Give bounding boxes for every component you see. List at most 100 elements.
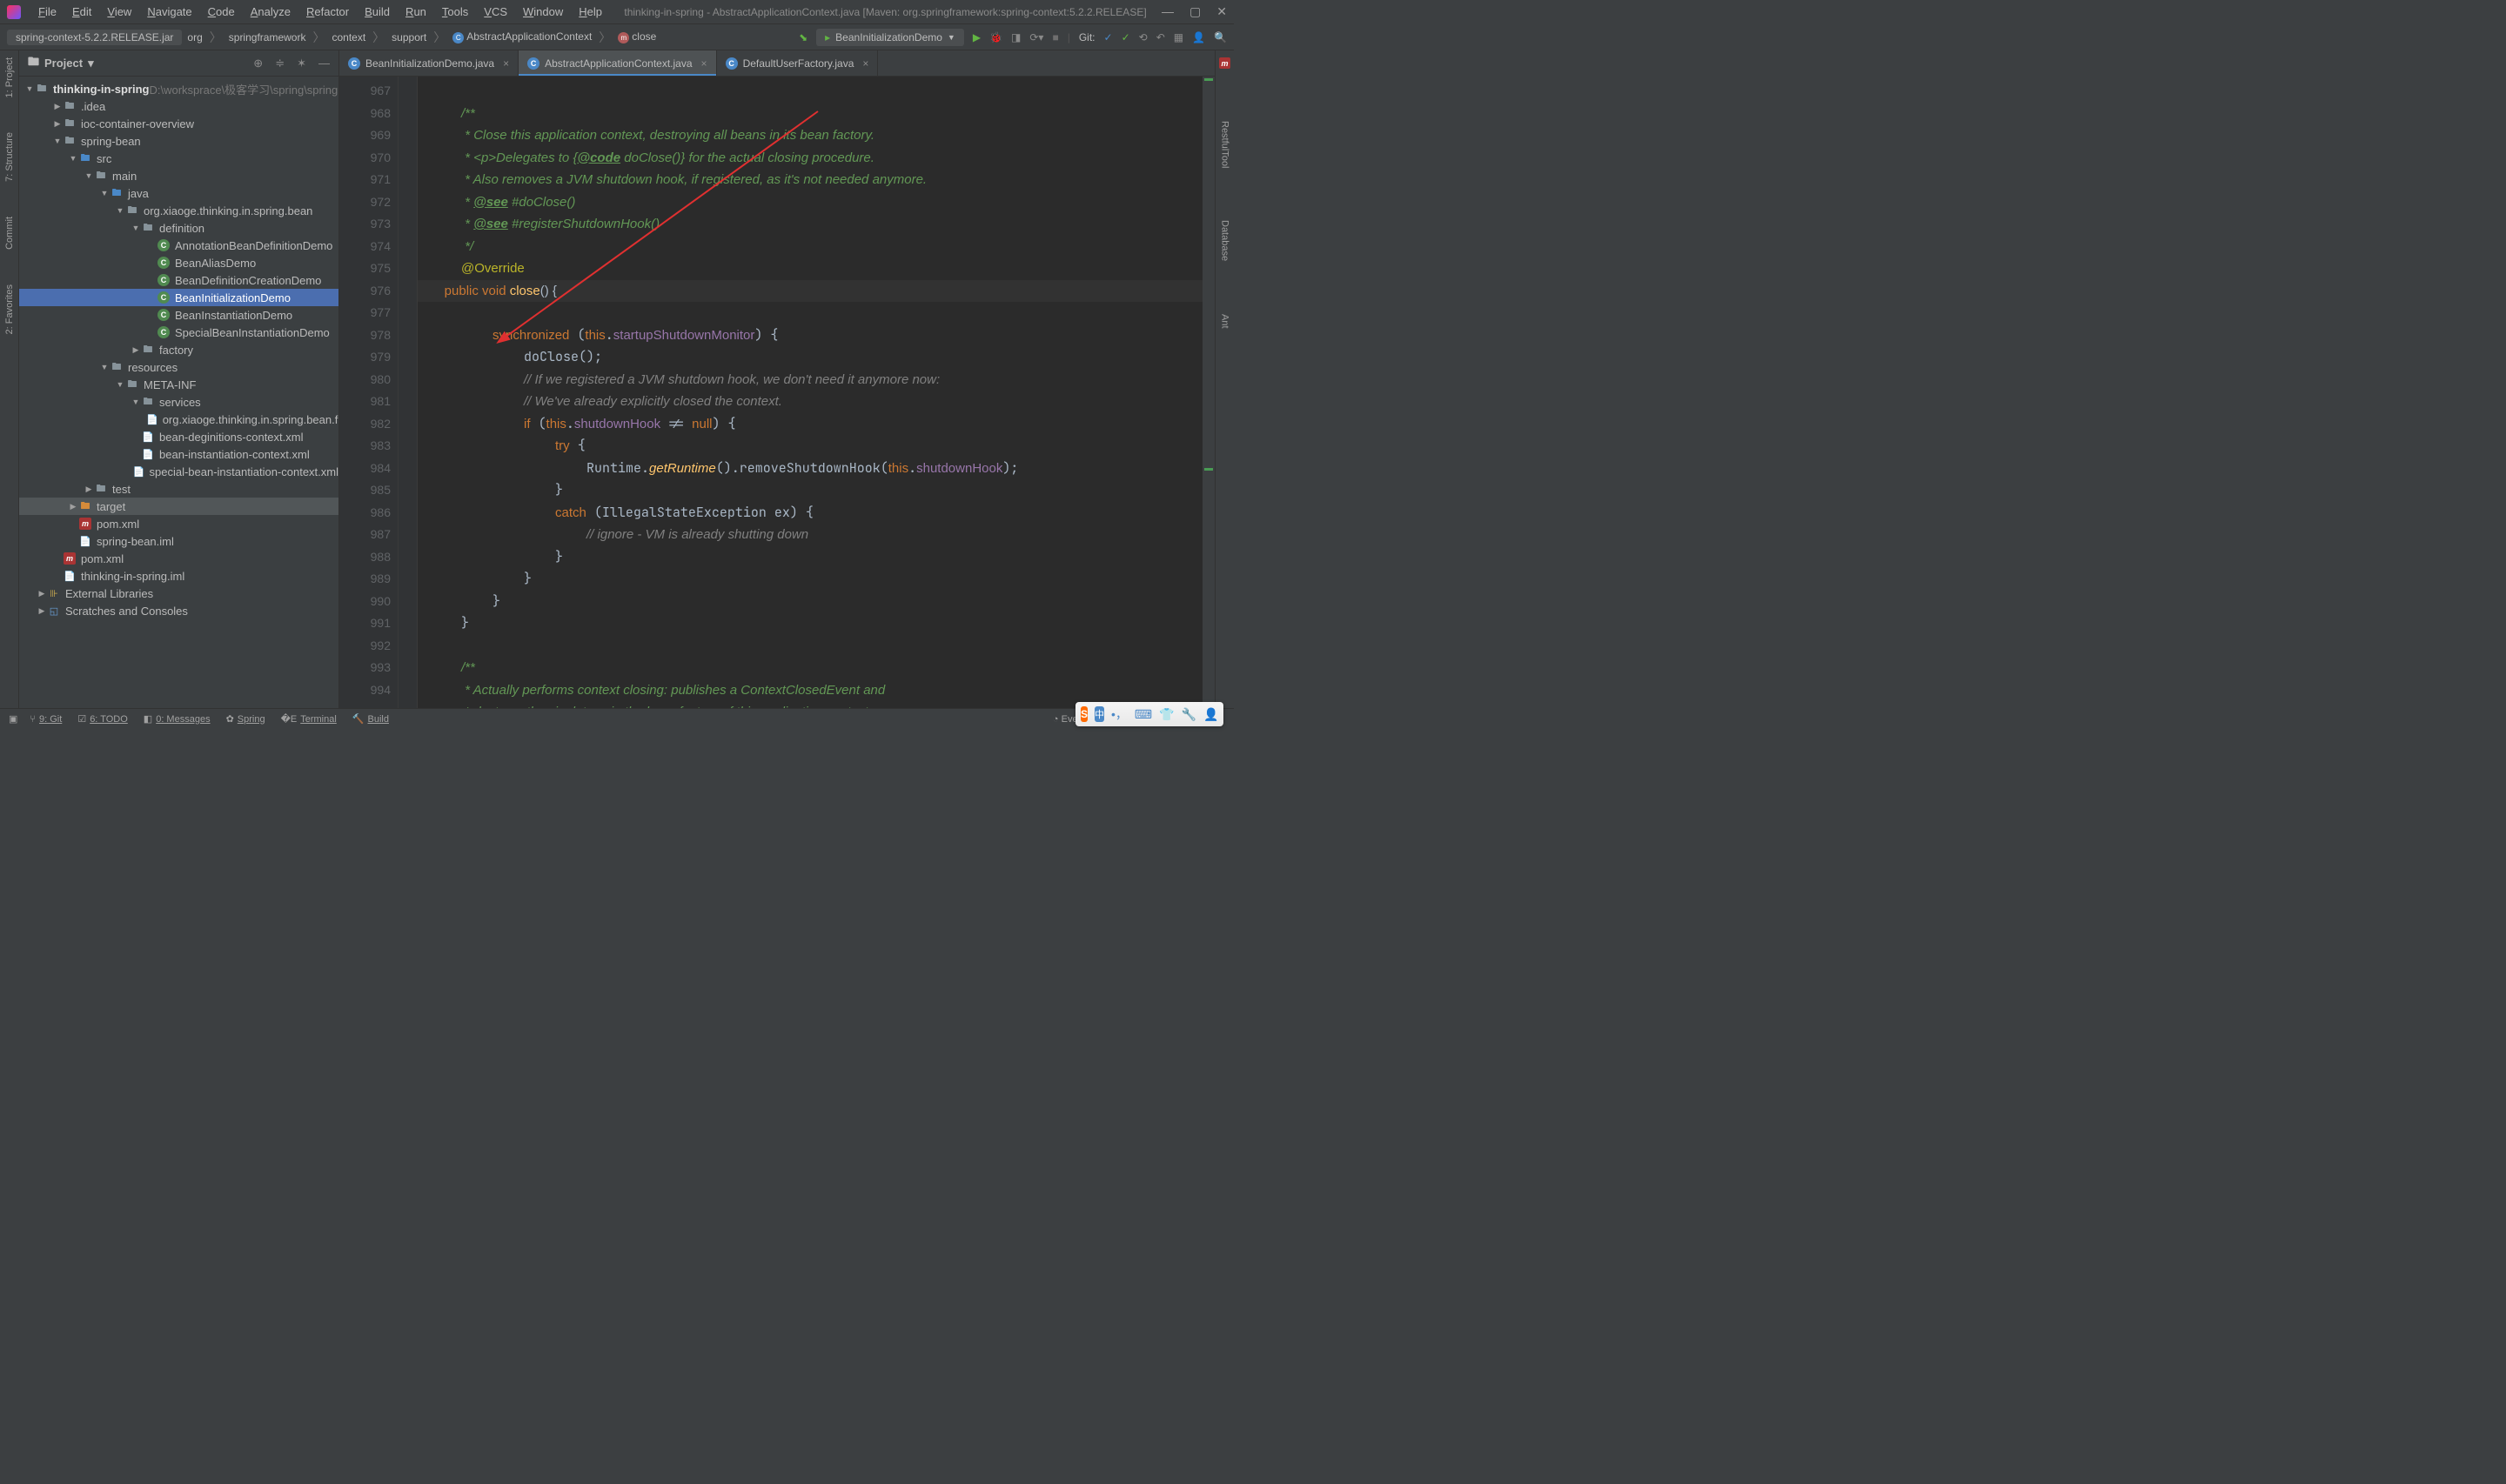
tree-item[interactable]: ▶.idea [19, 97, 338, 115]
ime-toolbar[interactable]: S 中 •， ⌨ 👕 🔧 👤 [1075, 702, 1223, 726]
tree-item[interactable]: ▼resources [19, 358, 338, 376]
run-icon[interactable]: ▶ [973, 31, 981, 43]
search-icon[interactable]: 🔍 [1214, 31, 1227, 43]
breadcrumb-part[interactable]: CAbstractApplicationContext [452, 30, 592, 43]
breadcrumb-part[interactable]: support [392, 31, 426, 43]
menu-analyze[interactable]: Analyze [244, 2, 298, 22]
tree-item[interactable]: CBeanInitializationDemo [19, 289, 338, 306]
settings-icon[interactable]: — [318, 57, 330, 70]
tree-item[interactable]: CSpecialBeanInstantiationDemo [19, 324, 338, 341]
ime-lang-icon[interactable]: 中 [1095, 706, 1104, 722]
coverage-icon[interactable]: ◨ [1011, 31, 1021, 43]
tree-item[interactable]: ▼spring-bean [19, 132, 338, 150]
maximize-icon[interactable]: ▢ [1189, 4, 1201, 19]
tree-item[interactable]: 📄special-bean-instantiation-context.xml [19, 463, 338, 480]
tree-item[interactable]: ▶⊪External Libraries [19, 585, 338, 602]
left-tab-structure[interactable]: 7: Structure [4, 132, 15, 182]
left-tab-commit[interactable]: Commit [4, 217, 15, 250]
menu-tools[interactable]: Tools [435, 2, 475, 22]
editor-overview-ruler[interactable] [1203, 77, 1215, 708]
avatar-icon[interactable]: 👤 [1192, 31, 1205, 43]
left-tab-project[interactable]: 1: Project [4, 57, 15, 97]
project-panel-title[interactable]: 🖿 Project ▾ [28, 54, 94, 73]
editor-tab[interactable]: CBeanInitializationDemo.java× [339, 50, 519, 76]
ime-punct-icon[interactable]: •， [1111, 705, 1128, 723]
tree-root[interactable]: ▼thinking-in-spring D:\worksprace\极客学习\s… [19, 80, 338, 97]
tree-item[interactable]: CBeanAliasDemo [19, 254, 338, 271]
tree-item[interactable]: mpom.xml [19, 550, 338, 567]
tree-item[interactable]: ▼org.xiaoge.thinking.in.spring.bean [19, 202, 338, 219]
tree-item[interactable]: ▶ioc-container-overview [19, 115, 338, 132]
right-tab-ant[interactable]: Ant [1220, 314, 1230, 329]
collapse-icon[interactable]: ✶ [297, 57, 306, 70]
ime-skin-icon[interactable]: 👕 [1159, 707, 1174, 722]
tree-item[interactable]: ▶test [19, 480, 338, 498]
build-icon[interactable]: ⬊ [799, 31, 807, 43]
menu-view[interactable]: View [100, 2, 138, 22]
tree-item[interactable]: CBeanDefinitionCreationDemo [19, 271, 338, 289]
menu-help[interactable]: Help [572, 2, 609, 22]
tree-item[interactable]: ▼java [19, 184, 338, 202]
tree-item[interactable]: 📄org.xiaoge.thinking.in.spring.bean.fac [19, 411, 338, 428]
tab-close-icon[interactable]: × [862, 57, 868, 70]
git-commit-icon[interactable]: ✓ [1122, 31, 1130, 43]
menu-edit[interactable]: Edit [65, 2, 98, 22]
tree-item[interactable]: mpom.xml [19, 515, 338, 532]
bottom-tab-spring[interactable]: ✿ Spring [226, 713, 265, 725]
bottom-tab-messages[interactable]: ◧ 0: Messages [144, 713, 211, 725]
menu-vcs[interactable]: VCS [477, 2, 514, 22]
expand-icon[interactable]: ≑ [275, 57, 285, 70]
editor-tab[interactable]: CAbstractApplicationContext.java× [519, 50, 716, 76]
menu-navigate[interactable]: Navigate [140, 2, 198, 22]
tab-close-icon[interactable]: × [701, 57, 707, 70]
menu-file[interactable]: File [31, 2, 64, 22]
tree-item[interactable]: ▶factory [19, 341, 338, 358]
menu-code[interactable]: Code [201, 2, 242, 22]
locate-icon[interactable]: ⊕ [253, 57, 263, 70]
tree-item[interactable]: ▶◱Scratches and Consoles [19, 602, 338, 619]
minimize-icon[interactable]: — [1162, 4, 1174, 19]
tree-item[interactable]: 📄bean-deginitions-context.xml [19, 428, 338, 445]
tree-item[interactable]: CAnnotationBeanDefinitionDemo [19, 237, 338, 254]
right-tab-database[interactable]: Database [1220, 220, 1230, 261]
bottom-tab-todo[interactable]: ☑ 6: TODO [77, 713, 127, 725]
tree-item[interactable]: ▼services [19, 393, 338, 411]
breadcrumb-part[interactable]: org [187, 31, 202, 43]
menu-refactor[interactable]: Refactor [299, 2, 356, 22]
breadcrumb-jar[interactable]: spring-context-5.2.2.RELEASE.jar [7, 30, 182, 45]
menu-build[interactable]: Build [358, 2, 397, 22]
git-revert-icon[interactable]: ↶ [1156, 31, 1165, 43]
git-history-icon[interactable]: ⟲ [1139, 31, 1148, 43]
tree-item[interactable]: ▼src [19, 150, 338, 167]
ime-keyboard-icon[interactable]: ⌨ [1135, 707, 1152, 722]
tree-item[interactable]: 📄bean-instantiation-context.xml [19, 445, 338, 463]
breadcrumb-part[interactable]: context [332, 31, 365, 43]
git-update-icon[interactable]: ✓ [1104, 31, 1113, 43]
left-tab-favorites[interactable]: 2: Favorites [4, 284, 15, 334]
run-config-dropdown[interactable]: ▸ BeanInitializationDemo ▼ [816, 29, 964, 46]
menu-run[interactable]: Run [399, 2, 433, 22]
bottom-tab-build[interactable]: 🔨 Build [352, 713, 389, 725]
breadcrumb-part[interactable]: springframework [229, 31, 306, 43]
right-tab-maven[interactable]: m [1219, 57, 1230, 69]
tool-window-toggle-icon[interactable]: ▣ [9, 713, 17, 725]
tree-item[interactable]: ▼META-INF [19, 376, 338, 393]
profile-icon[interactable]: ⟳▾ [1029, 31, 1043, 43]
editor-tab[interactable]: CDefaultUserFactory.java× [717, 50, 879, 76]
bottom-tab-git[interactable]: ⑂ 9: Git [30, 713, 62, 725]
ime-user-icon[interactable]: 👤 [1203, 707, 1218, 722]
breadcrumb-part[interactable]: mclose [618, 30, 656, 43]
bottom-tab-terminal[interactable]: �E Terminal [281, 713, 337, 725]
code-editor[interactable]: /** * Close this application context, de… [418, 77, 1203, 708]
menu-window[interactable]: Window [516, 2, 570, 22]
toolbox-icon[interactable]: ▦ [1174, 31, 1183, 43]
tree-item[interactable]: ▶target [19, 498, 338, 515]
tree-item[interactable]: 📄spring-bean.iml [19, 532, 338, 550]
tree-item[interactable]: ▼main [19, 167, 338, 184]
right-tab-restfultool[interactable]: RestfulTool [1220, 121, 1230, 168]
tree-item[interactable]: ▼definition [19, 219, 338, 237]
stop-icon[interactable]: ■ [1052, 31, 1058, 43]
tab-close-icon[interactable]: × [503, 57, 509, 70]
tree-item[interactable]: CBeanInstantiationDemo [19, 306, 338, 324]
tree-item[interactable]: 📄thinking-in-spring.iml [19, 567, 338, 585]
